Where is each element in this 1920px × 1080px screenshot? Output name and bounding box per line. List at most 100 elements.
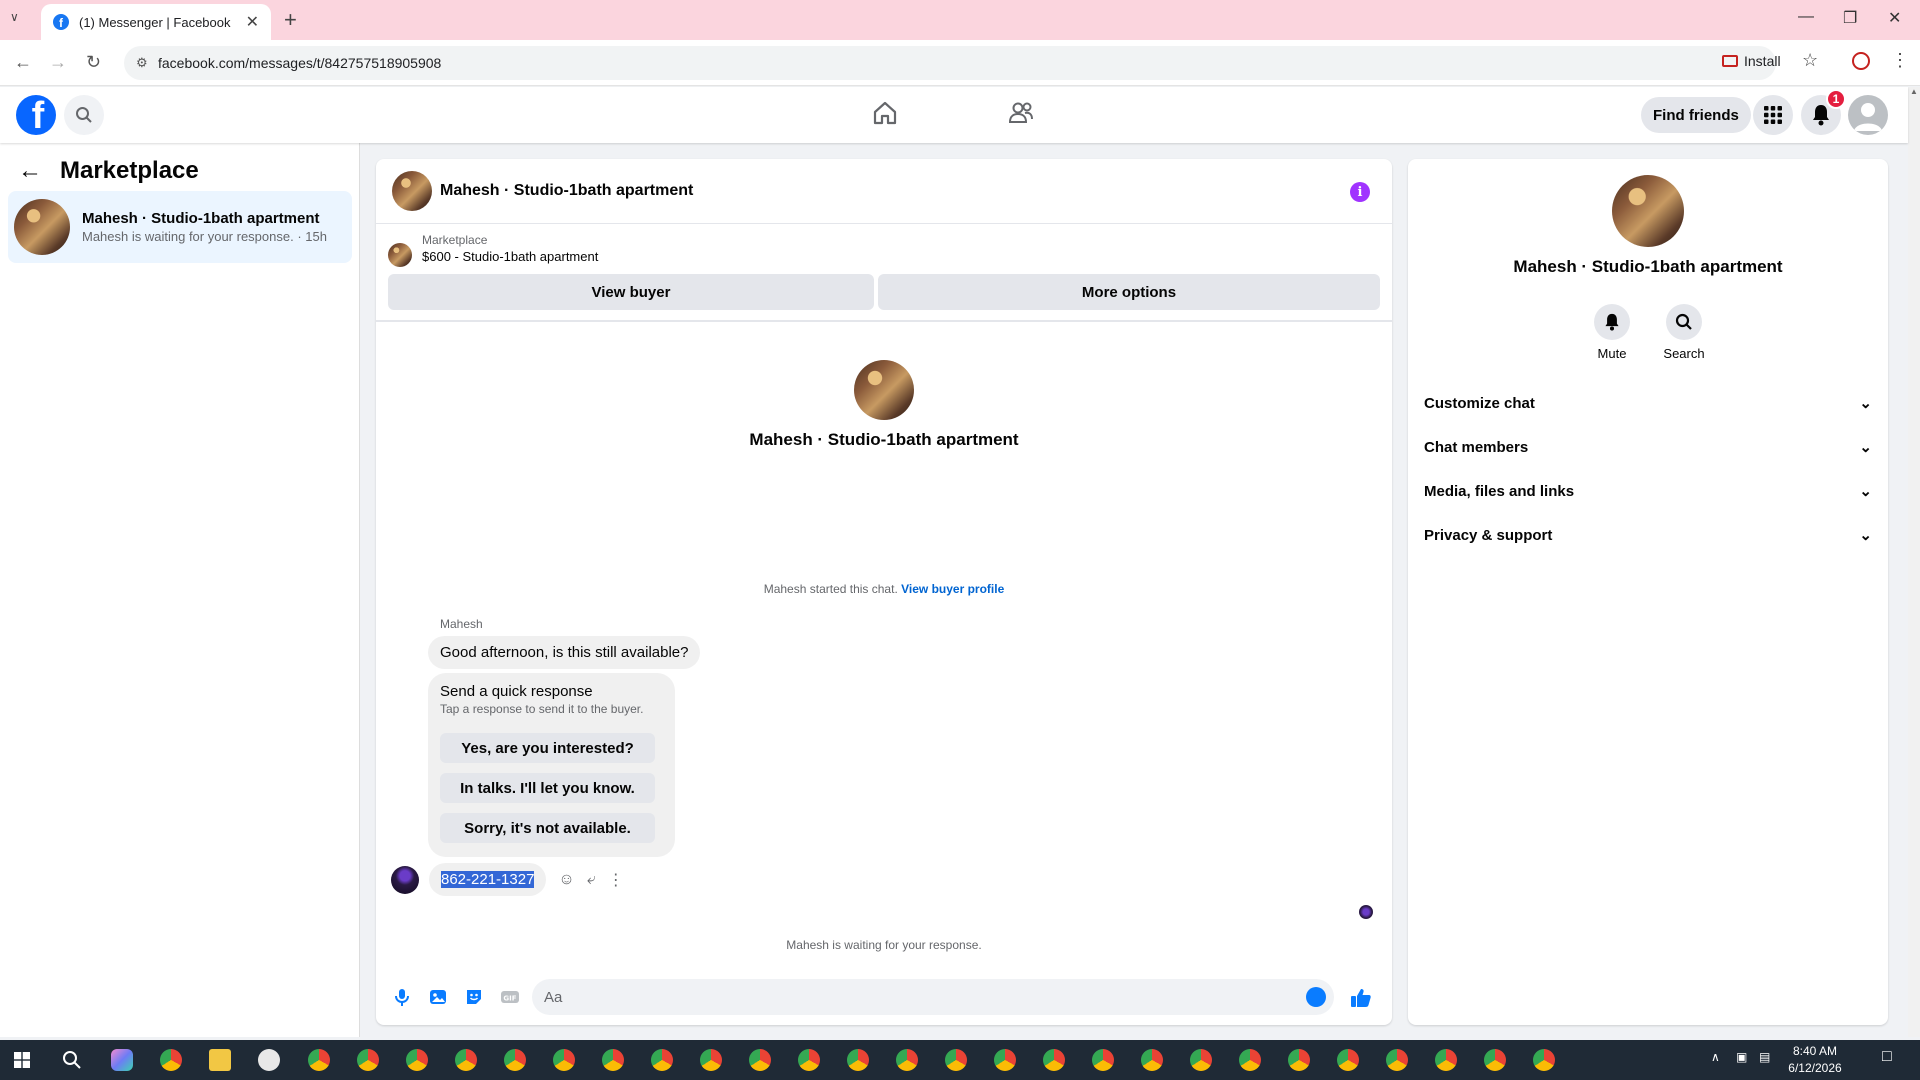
chrome-icon[interactable] (1337, 1049, 1359, 1071)
microphone-icon[interactable] (392, 987, 412, 1007)
back-arrow-icon[interactable]: ← (14, 52, 32, 73)
taskbar-search-icon[interactable] (62, 1050, 82, 1070)
chevron-down-icon: ⌄ (1859, 483, 1872, 500)
reload-icon[interactable]: ↻ (86, 52, 101, 73)
tab-search-chevron-icon[interactable]: ∨ (10, 10, 19, 24)
chat-title[interactable]: Mahesh · Studio-1bath apartment (440, 182, 693, 200)
copilot-icon[interactable] (111, 1049, 133, 1071)
install-app-button[interactable]: Install (1722, 53, 1781, 69)
quick-response-subtext: Tap a response to send it to the buyer. (440, 702, 644, 716)
reply-icon[interactable]: ⤶ (587, 871, 596, 889)
mute-label: Mute (1597, 346, 1627, 361)
find-friends-button[interactable]: Find friends (1641, 97, 1751, 133)
listing-summary[interactable]: Marketplace $600 - Studio-1bath apartmen… (388, 233, 598, 267)
chevron-down-icon: ⌄ (1859, 527, 1872, 544)
chat-members-section[interactable]: Chat members ⌄ (1424, 425, 1876, 469)
chrome-icon[interactable] (160, 1049, 182, 1071)
chat-header-photo[interactable] (392, 171, 432, 211)
chrome-icon[interactable] (1386, 1049, 1408, 1071)
chrome-icon[interactable] (357, 1049, 379, 1071)
chrome-icon[interactable] (406, 1049, 428, 1071)
chrome-icon[interactable] (504, 1049, 526, 1071)
more-options-button[interactable]: More options (878, 274, 1380, 310)
customize-chat-section[interactable]: Customize chat ⌄ (1424, 381, 1876, 425)
search-icon (76, 107, 92, 123)
gif-icon[interactable]: GIF (500, 987, 520, 1007)
address-bar[interactable]: ⚙ facebook.com/messages/t/84275751890590… (124, 46, 1776, 80)
chrome-icon[interactable] (700, 1049, 722, 1071)
minimize-icon[interactable]: — (1798, 8, 1814, 26)
chrome-icon[interactable] (455, 1049, 477, 1071)
file-explorer-icon[interactable] (209, 1049, 231, 1071)
home-icon (873, 101, 897, 125)
browser-profile-icon[interactable] (1852, 52, 1870, 70)
mute-button[interactable]: Mute (1594, 304, 1630, 361)
chrome-icon[interactable] (308, 1049, 330, 1071)
outgoing-message[interactable]: 862-221-1327 (429, 863, 547, 896)
quick-response-option[interactable]: Sorry, it's not available. (440, 813, 655, 843)
waiting-notice: Mahesh is waiting for your response. (786, 938, 982, 952)
chrome-icon[interactable] (1435, 1049, 1457, 1071)
app-icon[interactable] (258, 1049, 280, 1071)
restore-icon[interactable]: ❐ (1843, 8, 1857, 28)
chrome-icon[interactable] (896, 1049, 918, 1071)
facebook-logo-icon[interactable]: f (16, 95, 56, 135)
quick-response-option[interactable]: In talks. I'll let you know. (440, 773, 655, 803)
chrome-icon[interactable] (651, 1049, 673, 1071)
chrome-icon[interactable] (847, 1049, 869, 1071)
tab-close-icon[interactable]: ✕ (246, 12, 259, 32)
page-scrollbar[interactable]: ▲ (1908, 87, 1920, 1037)
facebook-search-button[interactable] (64, 95, 104, 135)
chrome-icon[interactable] (994, 1049, 1016, 1071)
tray-chevron-icon[interactable]: ∧ (1711, 1050, 1720, 1064)
more-actions-icon[interactable]: ⋮ (608, 870, 624, 890)
react-emoji-icon[interactable]: ☺ (558, 871, 574, 889)
chrome-icon[interactable] (945, 1049, 967, 1071)
details-photo[interactable] (1612, 175, 1684, 247)
tray-device-icon[interactable]: ▣ (1736, 1050, 1747, 1064)
chrome-icon[interactable] (602, 1049, 624, 1071)
chrome-icon[interactable] (798, 1049, 820, 1071)
quick-response-option[interactable]: Yes, are you interested? (440, 733, 655, 763)
windows-start-icon[interactable] (14, 1052, 30, 1068)
new-tab-icon[interactable]: + (284, 7, 297, 33)
window-close-icon[interactable]: ✕ (1888, 8, 1901, 28)
chrome-icon[interactable] (1092, 1049, 1114, 1071)
forward-arrow-icon[interactable]: → (49, 52, 67, 73)
privacy-support-section[interactable]: Privacy & support ⌄ (1424, 513, 1876, 557)
menu-grid-button[interactable] (1753, 95, 1793, 135)
message-input[interactable]: Aa (532, 979, 1334, 1015)
view-buyer-profile-link[interactable]: View buyer profile (901, 582, 1004, 596)
site-settings-icon[interactable]: ⚙ (136, 55, 148, 71)
bookmark-star-icon[interactable]: ☆ (1802, 50, 1818, 71)
taskbar-clock[interactable]: 8:40 AM 6/12/2026 (1780, 1043, 1850, 1077)
network-icon[interactable]: ▤ (1759, 1050, 1770, 1064)
chrome-icon[interactable] (1239, 1049, 1261, 1071)
conversation-preview: Mahesh is waiting for your response. · 1… (82, 229, 327, 244)
search-conversation-button[interactable]: Search (1663, 304, 1705, 361)
chrome-icon[interactable] (1533, 1049, 1555, 1071)
chrome-icon[interactable] (553, 1049, 575, 1071)
sticker-icon[interactable] (464, 987, 484, 1007)
chrome-icon[interactable] (1043, 1049, 1065, 1071)
chrome-icon[interactable] (1288, 1049, 1310, 1071)
notifications-center-icon[interactable]: □ (1882, 1048, 1892, 1066)
home-nav-button[interactable] (871, 99, 899, 132)
chrome-icon[interactable] (1190, 1049, 1212, 1071)
chrome-icon[interactable] (749, 1049, 771, 1071)
thumbs-up-icon[interactable] (1350, 987, 1372, 1009)
browser-menu-icon[interactable]: ⋮ (1891, 50, 1909, 71)
account-avatar-button[interactable] (1848, 95, 1888, 135)
chrome-icon[interactable] (1484, 1049, 1506, 1071)
conversation-item[interactable]: Mahesh · Studio-1bath apartment Mahesh i… (8, 191, 352, 263)
view-buyer-button[interactable]: View buyer (388, 274, 874, 310)
scroll-up-icon[interactable]: ▲ (1908, 87, 1920, 96)
browser-tab[interactable]: f (1) Messenger | Facebook ✕ (41, 4, 271, 40)
media-files-links-section[interactable]: Media, files and links ⌄ (1424, 469, 1876, 513)
photo-icon[interactable] (428, 987, 448, 1007)
friends-nav-button[interactable] (1007, 99, 1035, 132)
back-arrow-icon[interactable]: ← (18, 157, 42, 185)
emoji-picker-icon[interactable] (1306, 987, 1326, 1007)
chrome-icon[interactable] (1141, 1049, 1163, 1071)
info-icon[interactable]: i (1350, 182, 1370, 202)
